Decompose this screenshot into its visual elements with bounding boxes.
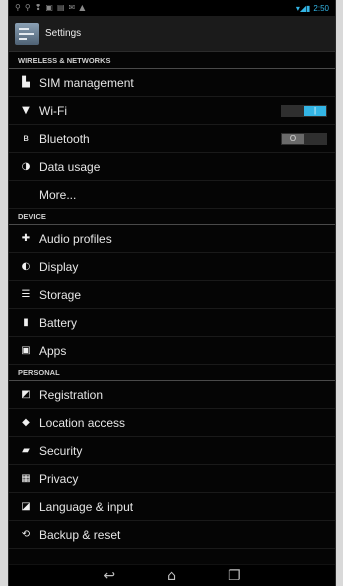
battery-icon: ▮ xyxy=(23,316,29,328)
notification-icon: ▤ xyxy=(56,3,65,12)
settings-item-label: Audio profiles xyxy=(39,231,112,246)
settings-item-label: Backup & reset xyxy=(39,527,121,542)
status-bar: ⚲ ⚲ ❢ ▣ ▤ ✉ ▲ ▾◢▮ 2:50 xyxy=(9,0,335,16)
settings-item-label: Registration xyxy=(39,387,104,402)
section-header: WIRELESS & NETWORKS xyxy=(9,53,335,69)
navigation-bar: ↩ ⌂ ❐ xyxy=(9,564,335,586)
notification-icon: ⚲ xyxy=(24,3,31,12)
settings-item-label: Security xyxy=(39,443,83,458)
settings-item-bluetooth[interactable]: ʙ Bluetooth O xyxy=(9,125,335,153)
phone-screen: ⚲ ⚲ ❢ ▣ ▤ ✉ ▲ ▾◢▮ 2:50 Settings WIRELESS… xyxy=(8,0,336,586)
settings-item-label: Language & input xyxy=(39,499,134,514)
section-header: DEVICE xyxy=(9,209,335,225)
settings-item-data-usage[interactable]: ◑ Data usage xyxy=(9,153,335,181)
settings-item-label: Display xyxy=(39,259,79,274)
data-usage-icon: ◑ xyxy=(21,160,31,172)
signal-battery-icon: ▾◢▮ xyxy=(295,3,311,13)
settings-item-lock[interactable]: ▰ Security xyxy=(9,437,335,465)
settings-item-label: Storage xyxy=(39,287,82,302)
backup-icon: ⟲ xyxy=(21,528,31,540)
settings-list: WIRELESS & NETWORKS ▙ SIM management ▼ Wi-Fi… xyxy=(9,53,335,549)
settings-item-label: Bluetooth xyxy=(39,131,90,146)
language-icon: ◪ xyxy=(21,500,31,512)
notification-icons: ⚲ ⚲ ❢ ▣ ▤ ✉ ▲ xyxy=(15,4,85,12)
settings-item-wifi[interactable]: ▼ Wi-Fi | xyxy=(9,97,335,125)
registration-icon: ◩ xyxy=(21,388,31,400)
settings-item-label: Apps xyxy=(39,343,67,358)
settings-item-battery[interactable]: ▮ Battery xyxy=(9,309,335,337)
page-title: Settings xyxy=(45,28,82,39)
toggle-knob: O xyxy=(282,133,304,144)
storage-icon: ☰ xyxy=(21,288,31,300)
settings-item-backup[interactable]: ⟲ Backup & reset xyxy=(9,521,335,549)
bluetooth-icon: ʙ xyxy=(23,132,29,144)
settings-item-privacy[interactable]: ▦ Privacy xyxy=(9,465,335,493)
apps-icon: ▣ xyxy=(21,344,31,356)
settings-item-label: Data usage xyxy=(39,159,101,174)
settings-item-language[interactable]: ◪ Language & input xyxy=(9,493,335,521)
settings-item-display[interactable]: ◐ Display xyxy=(9,253,335,281)
settings-item-label: Wi-Fi xyxy=(39,103,67,118)
settings-item-audio-profiles[interactable]: ✚ Audio profiles xyxy=(9,225,335,253)
settings-item-label: Location access xyxy=(39,415,126,430)
clock: 2:50 xyxy=(313,3,329,13)
audio-profiles-icon: ✚ xyxy=(21,232,31,244)
privacy-icon: ▦ xyxy=(21,472,31,484)
recent-apps-icon[interactable]: ❐ xyxy=(228,569,241,583)
toggle-knob: | xyxy=(304,105,326,116)
settings-app-icon[interactable] xyxy=(15,22,39,45)
section-header: PERSONAL xyxy=(9,365,335,381)
settings-item-label: More... xyxy=(39,187,77,202)
back-icon[interactable]: ↩ xyxy=(103,569,115,583)
system-status: ▾◢▮ 2:50 xyxy=(296,4,329,13)
settings-item-more[interactable]: More... xyxy=(9,181,335,209)
settings-item-apps[interactable]: ▣ Apps xyxy=(9,337,335,365)
notification-icon: ▲ xyxy=(79,3,86,12)
home-icon[interactable]: ⌂ xyxy=(167,569,176,583)
action-bar: Settings xyxy=(9,16,335,52)
lock-icon: ▰ xyxy=(22,444,30,456)
settings-item-label: Battery xyxy=(39,315,78,330)
settings-item-location[interactable]: ◆ Location access xyxy=(9,409,335,437)
sim-icon: ▙ xyxy=(22,76,30,88)
settings-item-label: Privacy xyxy=(39,471,79,486)
settings-item-label: SIM management xyxy=(39,75,134,90)
settings-item-registration[interactable]: ◩ Registration xyxy=(9,381,335,409)
notification-icon: ❢ xyxy=(34,3,42,12)
toggle-switch[interactable]: | xyxy=(281,104,327,117)
notification-icon: ▣ xyxy=(45,3,53,12)
settings-item-sim[interactable]: ▙ SIM management xyxy=(9,69,335,97)
location-icon: ◆ xyxy=(22,416,30,428)
notification-icon: ⚲ xyxy=(15,3,21,12)
settings-item-storage[interactable]: ☰ Storage xyxy=(9,281,335,309)
notification-icon: ✉ xyxy=(68,3,76,12)
toggle-switch[interactable]: O xyxy=(281,132,327,145)
display-icon: ◐ xyxy=(21,260,31,272)
wifi-icon: ▼ xyxy=(22,104,30,116)
